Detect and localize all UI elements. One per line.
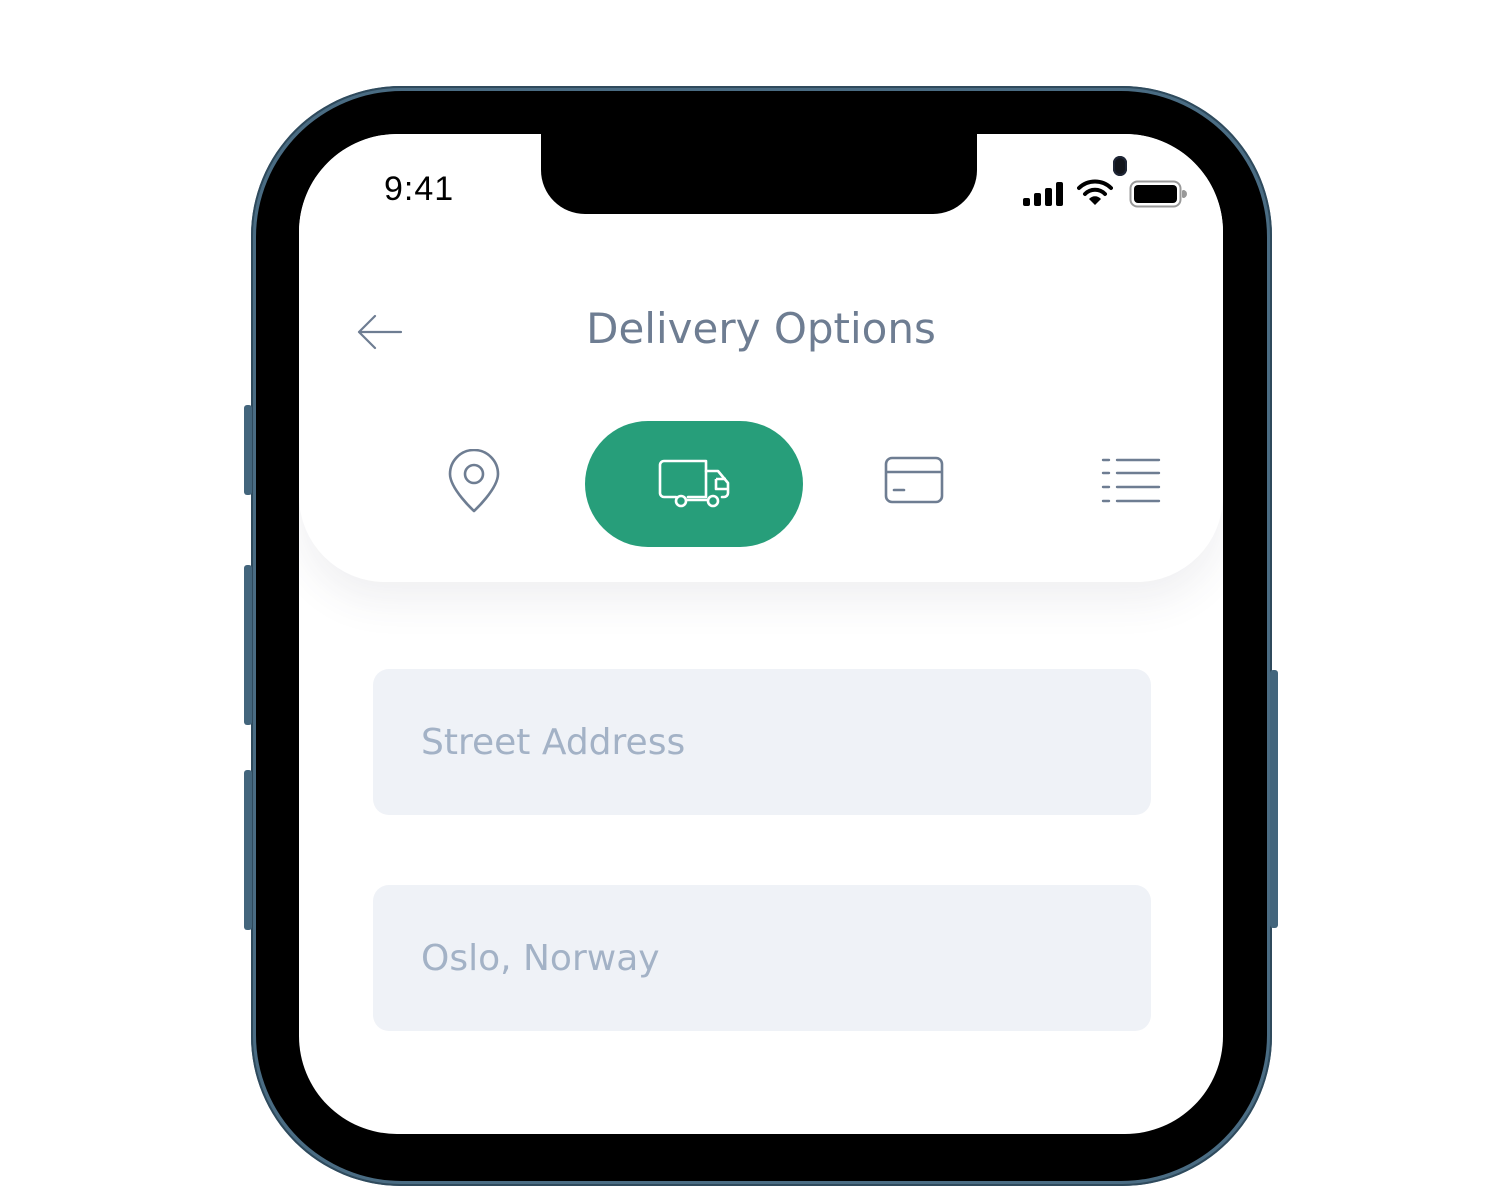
street-address-input[interactable]: Street Address bbox=[373, 669, 1151, 815]
phone-mute-switch bbox=[244, 405, 252, 495]
city-value: Oslo, Norway bbox=[421, 937, 660, 979]
camera bbox=[1113, 156, 1127, 176]
phone-volume-down-button bbox=[244, 770, 252, 930]
city-input[interactable]: Oslo, Norway bbox=[373, 885, 1151, 1031]
phone-screen: Delivery Options 9:41 Street Address Osl… bbox=[299, 134, 1223, 1134]
step-location[interactable] bbox=[439, 444, 509, 518]
step-delivery[interactable] bbox=[585, 421, 803, 547]
street-address-placeholder: Street Address bbox=[421, 721, 686, 763]
wifi-icon bbox=[1077, 178, 1113, 210]
battery-icon bbox=[1129, 180, 1187, 212]
credit-card-icon bbox=[884, 456, 944, 504]
step-summary[interactable] bbox=[1099, 456, 1163, 506]
phone-volume-up-button bbox=[244, 565, 252, 725]
truck-icon bbox=[658, 459, 730, 508]
notch bbox=[541, 134, 1127, 214]
phone-power-button bbox=[1270, 670, 1278, 928]
status-time: 9:41 bbox=[384, 170, 455, 208]
location-pin-icon bbox=[448, 449, 500, 513]
step-payment[interactable] bbox=[883, 454, 945, 506]
page-title: Delivery Options bbox=[586, 304, 936, 353]
cellular-signal-icon bbox=[1023, 182, 1067, 210]
list-icon bbox=[1101, 458, 1161, 503]
